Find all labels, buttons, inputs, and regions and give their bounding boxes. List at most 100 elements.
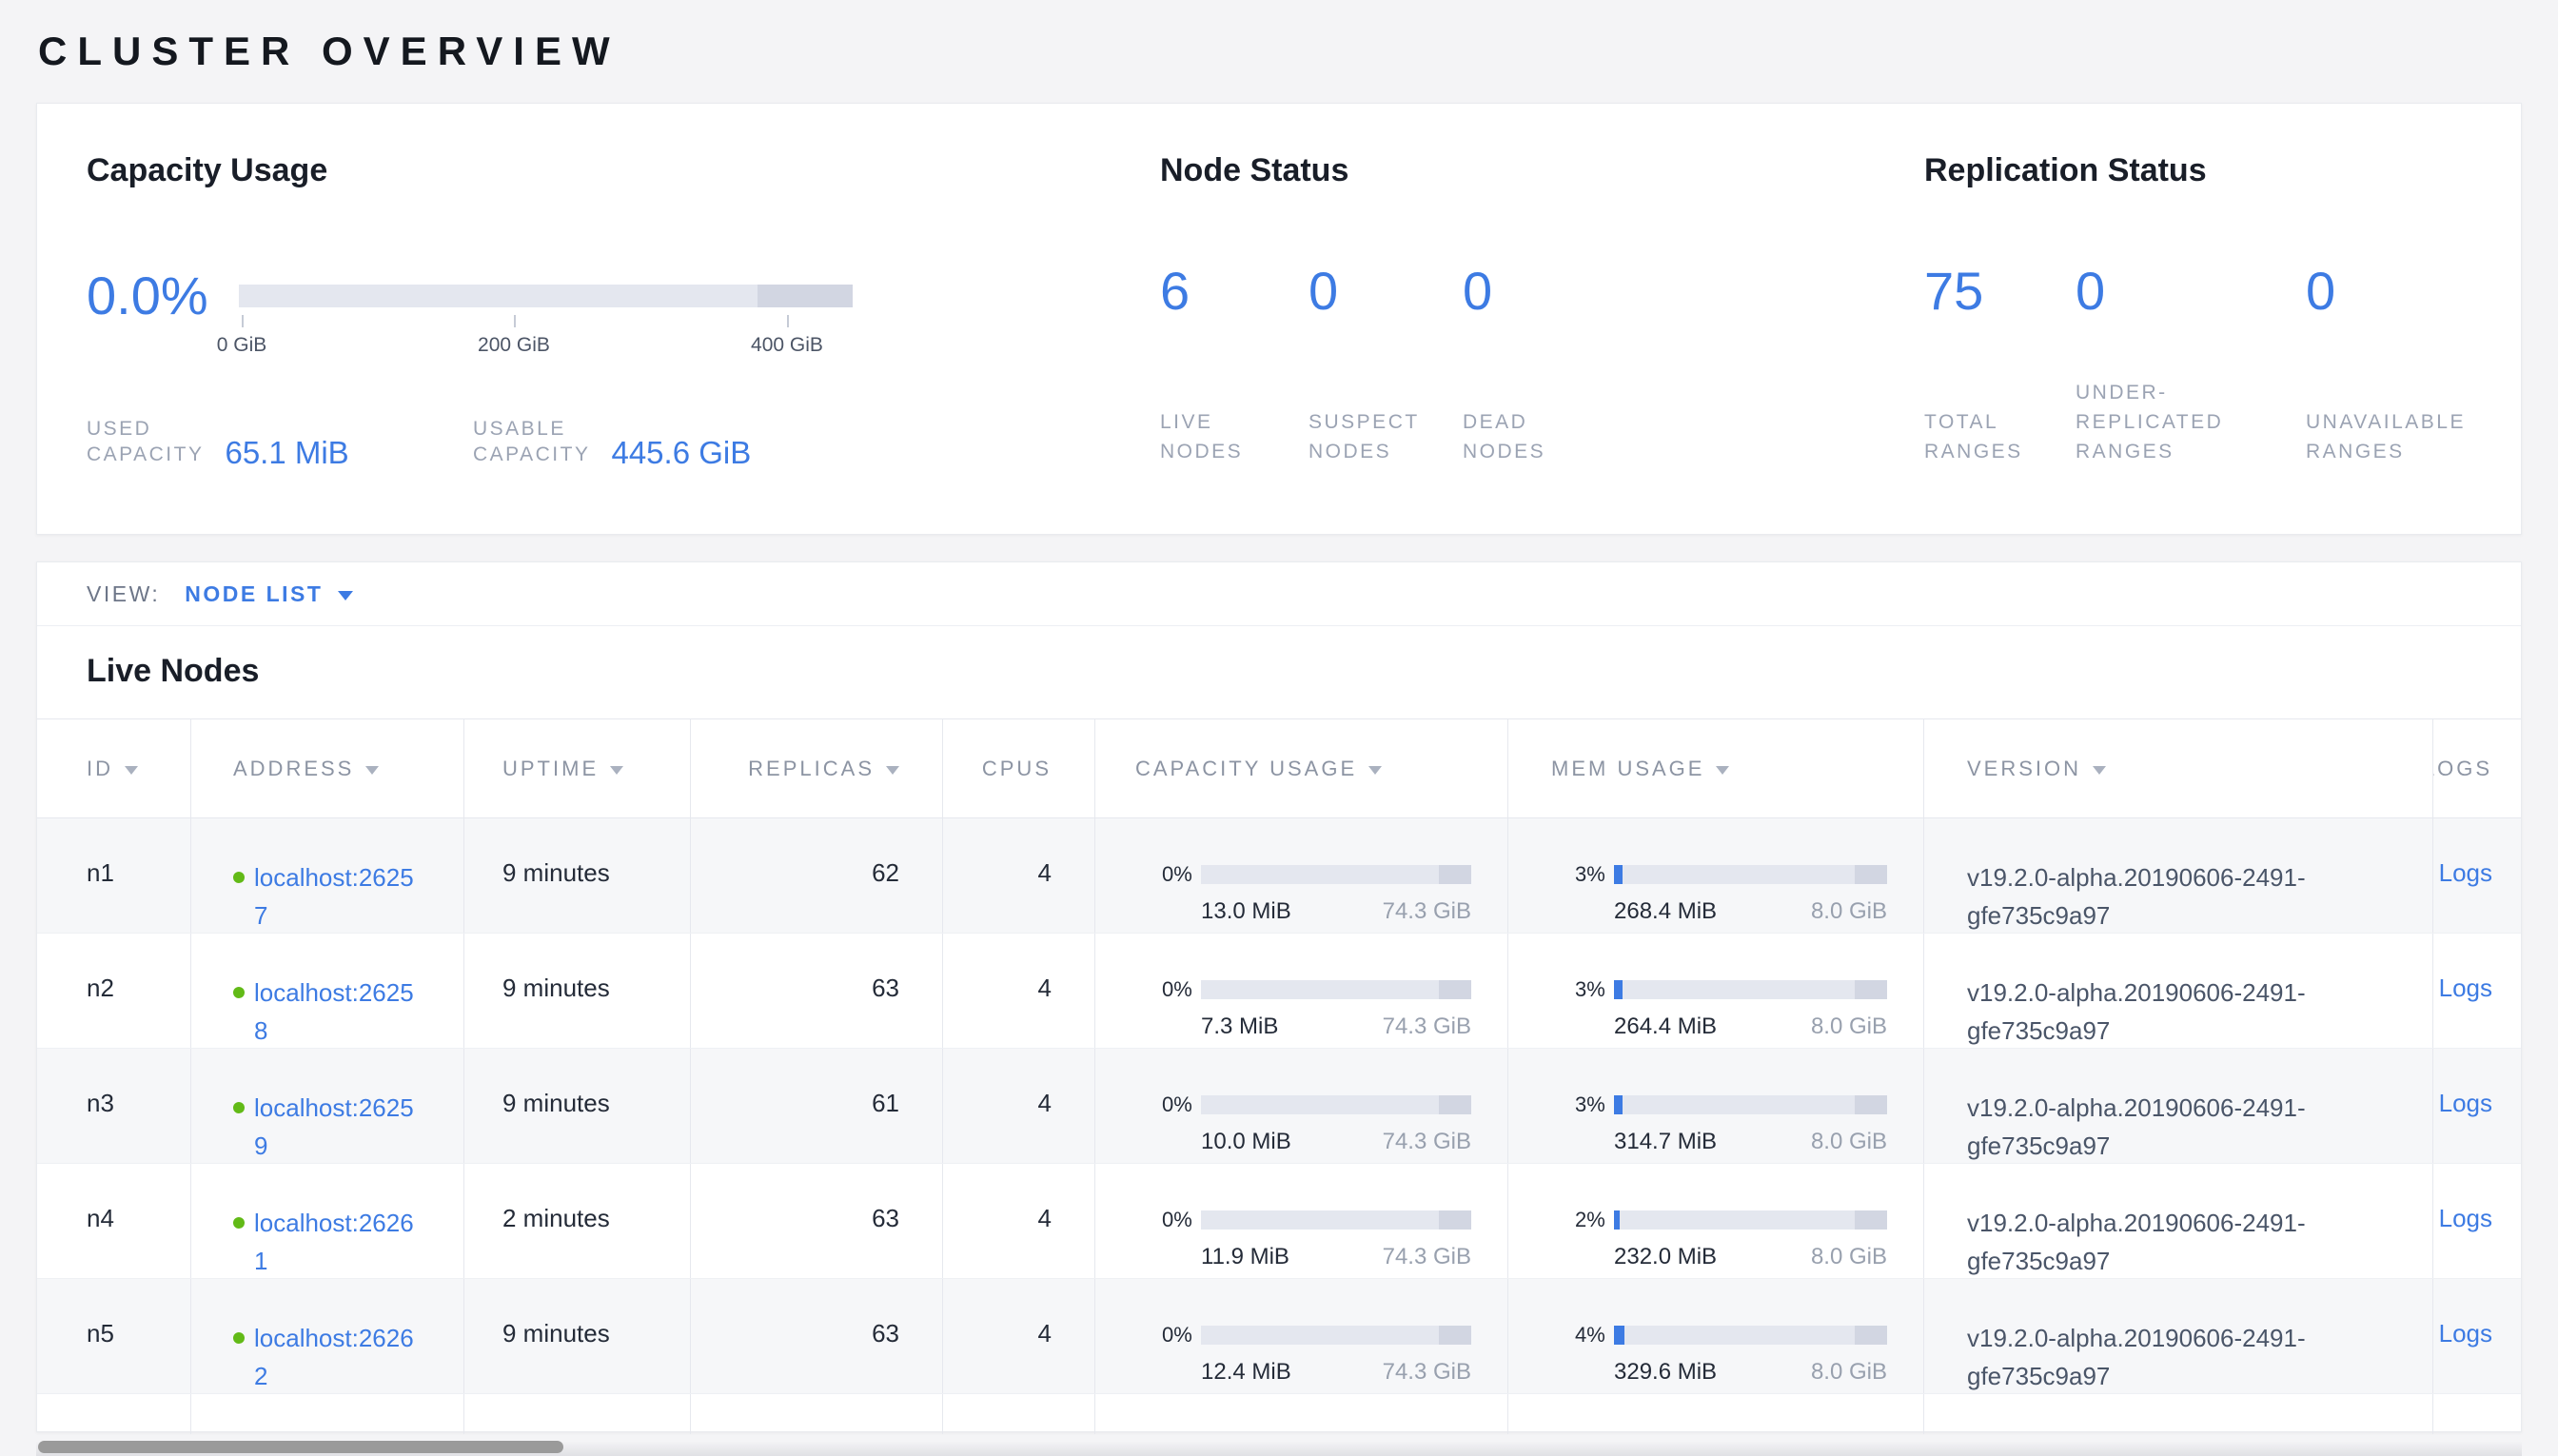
used-capacity-value: 65.1 MiB: [225, 437, 348, 469]
node-live-dot-icon: [233, 987, 245, 998]
mem-used-value: 314.7 MiB: [1614, 1129, 1717, 1155]
node-address-link[interactable]: localhost:26258: [254, 974, 418, 1048]
unavailable-ranges-stat: 0 UNAVAILABLE RANGES: [2306, 262, 2466, 466]
capacity-usage-bar: [1201, 1326, 1471, 1345]
mem-used-value: 329.6 MiB: [1614, 1359, 1717, 1386]
logs-link[interactable]: Logs: [2439, 1204, 2492, 1232]
view-bar: VIEW: NODE LIST: [37, 562, 2521, 626]
node-cpus-cell: 4: [943, 934, 1095, 1048]
column-header-capacity-usage[interactable]: CAPACITY USAGE: [1095, 719, 1508, 817]
capacity-total-value: 74.3 GiB: [1383, 1359, 1471, 1386]
mem-usage-cell: 3% 264.4 MiB 8.0 GiB: [1508, 934, 1924, 1048]
mem-used-value: 264.4 MiB: [1614, 1013, 1717, 1040]
mem-usage-bar: [1614, 980, 1887, 999]
node-logs-cell: Logs: [2433, 1049, 2521, 1163]
axis-tick-label: 0 GiB: [217, 334, 267, 357]
node-address-cell: localhost:26257: [191, 818, 464, 933]
column-header-version[interactable]: VERSION: [1924, 719, 2433, 817]
cluster-summary-card: Capacity Usage 0.0% 0 GiB 200 GiB 400 Gi…: [36, 103, 2522, 535]
node-cpus-cell: 4: [943, 1279, 1095, 1393]
mem-total-value: 8.0 GiB: [1811, 1244, 1887, 1270]
sort-caret-icon: [1716, 766, 1729, 775]
node-live-dot-icon: [233, 1217, 245, 1229]
column-header-uptime[interactable]: UPTIME: [464, 719, 691, 817]
node-address-cell: localhost:26259: [191, 1049, 464, 1163]
capacity-used-value: 12.4 MiB: [1201, 1359, 1291, 1386]
node-live-dot-icon: [233, 1102, 245, 1113]
capacity-total-value: 74.3 GiB: [1383, 1244, 1471, 1270]
column-header-id[interactable]: ID: [37, 719, 191, 817]
capacity-usage-bar: [1201, 1210, 1471, 1230]
node-logs-cell: Logs: [2433, 1164, 2521, 1278]
node-list-card: VIEW: NODE LIST Live Nodes ID ADDRESS UP…: [36, 561, 2522, 1432]
capacity-total-value: 74.3 GiB: [1383, 1013, 1471, 1040]
sort-caret-icon: [125, 766, 138, 775]
logs-link[interactable]: Logs: [2439, 1089, 2492, 1117]
node-id-cell: n3: [37, 1049, 191, 1163]
table-row-partial: [37, 1394, 2521, 1431]
capacity-bar-reserved-segment: [758, 285, 853, 307]
mem-total-value: 8.0 GiB: [1811, 1129, 1887, 1155]
node-address-cell: localhost:26258: [191, 934, 464, 1048]
page-title: CLUSTER OVERVIEW: [38, 29, 2558, 74]
node-logs-cell: Logs: [2433, 818, 2521, 933]
node-version-cell: v19.2.0-alpha.20190606-2491-gfe735c9a97: [1924, 1049, 2433, 1163]
capacity-used-value: 11.9 MiB: [1201, 1244, 1289, 1270]
usable-capacity-label: USABLE CAPACITY: [473, 416, 590, 467]
mem-total-value: 8.0 GiB: [1811, 1359, 1887, 1386]
view-selector-dropdown[interactable]: NODE LIST: [185, 581, 353, 607]
node-version-cell: v19.2.0-alpha.20190606-2491-gfe735c9a97: [1924, 1279, 2433, 1393]
node-address-link[interactable]: localhost:26257: [254, 858, 418, 933]
node-logs-cell: Logs: [2433, 1279, 2521, 1393]
usable-capacity-value: 445.6 GiB: [611, 437, 751, 469]
node-logs-cell: Logs: [2433, 934, 2521, 1048]
node-uptime-cell: 2 minutes: [464, 1164, 691, 1278]
node-cpus-cell: 4: [943, 1164, 1095, 1278]
mem-usage-cell: 4% 329.6 MiB 8.0 GiB: [1508, 1279, 1924, 1393]
capacity-used-value: 13.0 MiB: [1201, 898, 1291, 925]
replication-status-section: Replication Status 75 TOTAL RANGES 0 UND…: [1924, 151, 2514, 466]
table-row: n4 localhost:26261 2 minutes 63 4 0% 11.…: [37, 1164, 2521, 1279]
capacity-usage-cell: 0% 7.3 MiB 74.3 GiB: [1095, 934, 1508, 1048]
mem-usage-bar: [1614, 1095, 1887, 1114]
column-header-logs: LOGS: [2433, 719, 2521, 817]
mem-usage-bar: [1614, 1326, 1887, 1345]
node-live-dot-icon: [233, 1332, 245, 1344]
logs-link[interactable]: Logs: [2439, 974, 2492, 1002]
node-id-cell: n4: [37, 1164, 191, 1278]
node-status-section: Node Status 6 LIVE NODES 0 SUSPECT NODES: [1160, 151, 1864, 466]
column-header-replicas[interactable]: REPLICAS: [691, 719, 943, 817]
sort-caret-icon: [365, 766, 379, 775]
axis-tick: [242, 315, 244, 327]
node-version-cell: v19.2.0-alpha.20190606-2491-gfe735c9a97: [1924, 934, 2433, 1048]
mem-total-value: 8.0 GiB: [1811, 1013, 1887, 1040]
node-address-link[interactable]: localhost:26261: [254, 1204, 418, 1278]
dead-nodes-stat: 0 DEAD NODES: [1463, 262, 1545, 466]
sort-caret-icon: [610, 766, 623, 775]
live-nodes-title: Live Nodes: [37, 626, 2521, 718]
table-row: n2 localhost:26258 9 minutes 63 4 0% 7.3…: [37, 934, 2521, 1049]
capacity-total-value: 74.3 GiB: [1383, 898, 1471, 925]
capacity-used-value: 7.3 MiB: [1201, 1013, 1278, 1040]
logs-link[interactable]: Logs: [2439, 858, 2492, 887]
node-address-link[interactable]: localhost:26262: [254, 1319, 418, 1393]
capacity-usage-bar: [1201, 1095, 1471, 1114]
capacity-usage-gauge: 0 GiB 200 GiB 400 GiB: [239, 267, 853, 325]
node-address-link[interactable]: localhost:26259: [254, 1089, 418, 1163]
sort-caret-icon: [2093, 766, 2106, 775]
logs-link[interactable]: Logs: [2439, 1319, 2492, 1348]
node-address-cell: localhost:26261: [191, 1164, 464, 1278]
horizontal-scrollbar-thumb[interactable]: [38, 1441, 563, 1453]
mem-usage-cell: 3% 268.4 MiB 8.0 GiB: [1508, 818, 1924, 933]
axis-tick: [514, 315, 516, 327]
sort-caret-icon: [886, 766, 899, 775]
capacity-usage-cell: 0% 13.0 MiB 74.3 GiB: [1095, 818, 1508, 933]
used-capacity-stat: USED CAPACITY 65.1 MiB: [87, 416, 473, 467]
column-header-mem-usage[interactable]: MEM USAGE: [1508, 719, 1924, 817]
column-header-address[interactable]: ADDRESS: [191, 719, 464, 817]
capacity-bar-track: [239, 285, 853, 307]
node-uptime-cell: 9 minutes: [464, 1279, 691, 1393]
replication-status-heading: Replication Status: [1924, 151, 2514, 189]
dropdown-caret-icon: [338, 591, 353, 600]
capacity-used-value: 10.0 MiB: [1201, 1129, 1291, 1155]
